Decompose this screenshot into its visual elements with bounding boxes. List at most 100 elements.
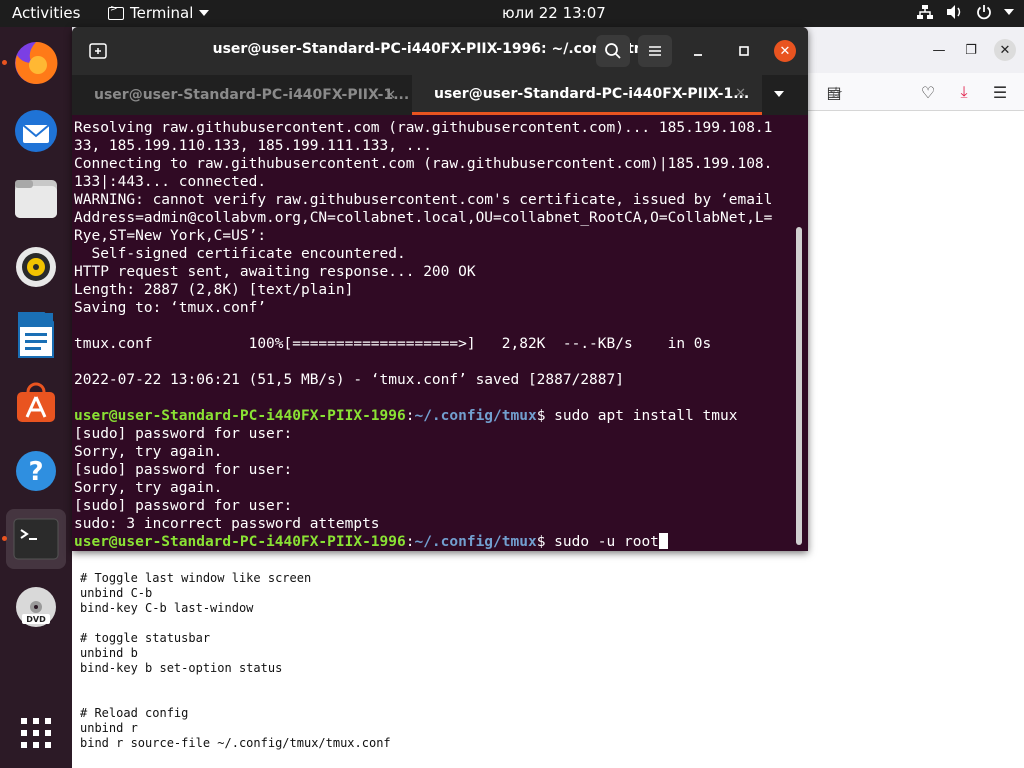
current-prompt-line[interactable]: user@user-Standard-PC-i440FX-PIIX-1996:~… [74, 533, 796, 551]
show-apps-icon [21, 718, 51, 748]
close-button[interactable]: ✕ [774, 40, 796, 62]
dock-files[interactable] [6, 169, 66, 229]
page-text-line: # toggle statusbar [80, 631, 211, 645]
thunderbird-icon [15, 110, 57, 152]
system-tray[interactable] [916, 4, 1014, 20]
dock-app-store[interactable] [6, 373, 66, 433]
terminal-tab-bar: user@user-Standard-PC-i440FX-PIIX-1... ✕… [72, 75, 808, 115]
dock-dvd[interactable]: DVD [6, 577, 66, 637]
chevron-down-icon [199, 10, 210, 16]
hamburger-menu-icon [649, 46, 661, 56]
page-text-line: bind-key C-b last-window [80, 601, 254, 615]
tab-label: user@user-Standard-PC-i440FX-PIIX-1... [434, 85, 750, 102]
terminal-app-icon [108, 4, 124, 20]
tab-list-dropdown-icon[interactable] [774, 91, 784, 97]
dock: ? DVD [0, 27, 72, 768]
page-text-line: unbind r [80, 721, 138, 735]
dock-firefox[interactable] [2, 33, 66, 93]
browser-minimize-icon[interactable]: — [928, 39, 950, 61]
dvd-icon: DVD [16, 587, 56, 627]
page-text-line: unbind b [80, 646, 138, 660]
prompt-path: ~/.config/tmux [414, 534, 537, 550]
terminal-icon [13, 518, 59, 560]
terminal-line: WARNING: cannot verify raw.githubusercon… [74, 192, 773, 208]
terminal-output[interactable]: Resolving raw.githubusercontent.com (raw… [74, 119, 796, 551]
tab-label: user@user-Standard-PC-i440FX-PIIX-1... [94, 87, 410, 103]
page-text-line: unbind C-b [80, 586, 153, 600]
running-indicator [2, 60, 7, 65]
search-button[interactable] [596, 35, 630, 67]
help-icon: ? [16, 451, 56, 491]
terminal-line: HTTP request sent, awaiting response... … [74, 264, 476, 280]
maximize-icon [739, 46, 749, 56]
firefox-icon [15, 41, 58, 84]
terminal-line: Rye,ST=New York,C=US’: [74, 228, 267, 244]
top-bar: Activities Terminal юли 22 13:07 [0, 0, 1024, 27]
terminal-headerbar: user@user-Standard-PC-i440FX-PIIX-1996: … [72, 27, 808, 75]
terminal-line: Address=admin@collabvm.org,CN=collabnet.… [74, 210, 773, 226]
rhythmbox-icon [16, 247, 56, 287]
terminal-line: [sudo] password for user: [74, 462, 293, 478]
terminal-scrollbar[interactable] [796, 227, 802, 545]
terminal-line: [sudo] password for user: [74, 426, 293, 442]
terminal-line: Length: 2887 (2,8K) [text/plain] [74, 282, 354, 298]
terminal-line: 33, 185.199.110.133, 185.199.111.133, ..… [74, 138, 432, 154]
prompt-path: ~/.config/tmux [414, 408, 537, 424]
text-cursor [658, 533, 668, 549]
terminal-tab-2[interactable]: user@user-Standard-PC-i440FX-PIIX-1... ✕ [412, 75, 762, 115]
running-indicator [2, 536, 7, 541]
tab-close-icon[interactable]: ✕ [385, 88, 396, 103]
command-text: sudo apt install tmux [545, 408, 738, 424]
browser-maximize-icon[interactable]: ❐ [960, 39, 982, 61]
dock-terminal[interactable] [2, 509, 66, 569]
dock-rhythmbox[interactable] [6, 237, 66, 297]
prompt-user: user@user-Standard-PC-i440FX-PIIX-1996 [74, 534, 406, 550]
dock-help[interactable]: ? [6, 441, 66, 501]
dock-show-apps[interactable] [6, 703, 66, 763]
browser-close-icon[interactable]: ✕ [994, 39, 1016, 61]
terminal-line: Connecting to raw.githubusercontent.com … [74, 156, 773, 172]
terminal-line: Saving to: ‘tmux.conf’ [74, 300, 267, 316]
prompt-line: user@user-Standard-PC-i440FX-PIIX-1996:~… [74, 407, 796, 425]
minimize-icon [694, 54, 702, 56]
terminal-line: Resolving raw.githubusercontent.com (raw… [74, 120, 773, 136]
terminal-window[interactable]: user@user-Standard-PC-i440FX-PIIX-1996: … [72, 27, 808, 551]
terminal-tab-1[interactable]: user@user-Standard-PC-i440FX-PIIX-1... ✕ [72, 75, 412, 115]
terminal-line: Sorry, try again. [74, 444, 223, 460]
command-input[interactable]: sudo -u root [545, 534, 659, 550]
page-text-line: # Reload config [80, 706, 189, 720]
tab-close-icon[interactable]: ✕ [735, 86, 746, 101]
terminal-line: 2022-07-22 13:06:21 (51,5 MB/s) - ‘tmux.… [74, 372, 624, 388]
libreoffice-writer-icon [18, 312, 54, 358]
maximize-button[interactable] [734, 41, 754, 61]
download-icon[interactable]: ⤓ [954, 82, 974, 102]
terminal-line: Sorry, try again. [74, 480, 223, 496]
volume-icon[interactable] [946, 4, 964, 20]
svg-text:DVD: DVD [26, 615, 46, 624]
dock-thunderbird[interactable] [6, 101, 66, 161]
menu-button[interactable] [638, 35, 672, 67]
prompt-user: user@user-Standard-PC-i440FX-PIIX-1996 [74, 408, 406, 424]
page-text-line [80, 676, 391, 691]
page-text-line: bind r source-file ~/.config/tmux/tmux.c… [80, 736, 391, 750]
power-icon[interactable] [976, 4, 992, 20]
network-icon[interactable] [916, 4, 934, 20]
terminal-line: Self-signed certificate encountered. [74, 246, 406, 262]
pocket-icon[interactable]: ♡ [918, 82, 938, 102]
svg-text:?: ? [28, 457, 43, 487]
minimize-button[interactable] [688, 41, 708, 61]
terminal-line: tmux.conf 100%[===================>] 2,8… [74, 336, 712, 352]
app-menu[interactable]: Terminal [108, 4, 210, 22]
bookmark-star-icon[interactable]: ☆ [826, 82, 846, 102]
terminal-line: 133|:443... connected. [74, 174, 267, 190]
page-text-line: # Toggle last window like screen [80, 571, 312, 585]
app-menu-label: Terminal [130, 4, 194, 22]
clock[interactable]: юли 22 13:07 [502, 4, 606, 22]
activities-button[interactable]: Activities [12, 4, 80, 22]
hamburger-menu-icon[interactable]: ☰ [990, 82, 1010, 102]
chevron-down-icon[interactable] [1004, 9, 1014, 15]
dock-libreoffice-writer[interactable] [6, 305, 66, 365]
